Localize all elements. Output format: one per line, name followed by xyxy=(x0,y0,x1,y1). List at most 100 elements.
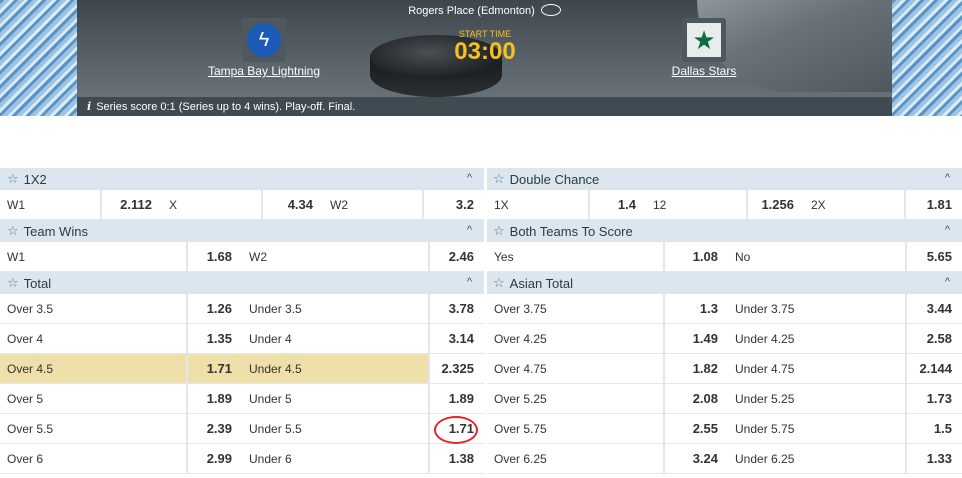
outcome-label[interactable]: Under 6 xyxy=(242,444,428,473)
outcome-label[interactable]: Under 5.5 xyxy=(242,414,428,443)
lightning-bolt-icon: ϟ xyxy=(247,23,281,57)
odds-button[interactable]: 2.112 xyxy=(100,190,162,219)
market-row: W1 1.68 W2 2.46 xyxy=(0,242,484,272)
odds-button[interactable]: 1.256 xyxy=(746,190,804,219)
odds-button[interactable]: 1.71 xyxy=(186,354,242,383)
odds-button[interactable]: 1.33 xyxy=(905,444,962,473)
odds-button[interactable]: 2.46 xyxy=(428,242,484,271)
chevron-up-icon[interactable]: ^ xyxy=(467,224,472,236)
odds-button[interactable]: 1.3 xyxy=(663,294,728,323)
odds-button[interactable]: 1.81 xyxy=(904,190,962,219)
odds-button[interactable]: 3.24 xyxy=(663,444,728,473)
outcome-label[interactable]: Yes xyxy=(487,242,663,271)
home-team-link[interactable]: Tampa Bay Lightning xyxy=(184,64,344,78)
odds-button[interactable]: 2.144 xyxy=(905,354,962,383)
odds-button[interactable]: 2.58 xyxy=(905,324,962,353)
odds-button[interactable]: 2.55 xyxy=(663,414,728,443)
outcome-label[interactable]: Over 4.5 xyxy=(0,354,186,383)
odds-button[interactable]: 2.325 xyxy=(428,354,484,383)
info-icon: i xyxy=(87,100,92,113)
market-header-1x2[interactable]: ☆ 1X2 ^ xyxy=(0,168,484,190)
odds-button[interactable]: 1.71 xyxy=(428,414,484,444)
odds-button[interactable]: 1.08 xyxy=(663,242,728,271)
odds-button[interactable]: 3.14 xyxy=(428,324,484,353)
markets-column-right: ☆ Double Chance ^ 1X 1.4 12 1.256 2X 1.81 ☆ Both T… xyxy=(487,168,962,474)
market-row: Over 4.5 1.71 Under 4.5 2.325 xyxy=(0,354,484,384)
chevron-up-icon[interactable]: ^ xyxy=(945,224,950,236)
outcome-label[interactable]: W1 xyxy=(0,190,100,219)
home-team-logo[interactable]: ϟ xyxy=(242,18,286,62)
odds-button[interactable]: 1.49 xyxy=(663,324,728,353)
chevron-up-icon[interactable]: ^ xyxy=(467,276,472,288)
outcome-label[interactable]: Over 4.25 xyxy=(487,324,663,353)
outcome-label[interactable]: W1 xyxy=(0,242,186,271)
outcome-label[interactable]: Under 5.75 xyxy=(728,414,905,443)
star-outline-icon[interactable]: ☆ xyxy=(493,171,505,187)
outcome-label[interactable]: Under 4 xyxy=(242,324,428,353)
odds-button[interactable]: 1.35 xyxy=(186,324,242,353)
odds-button[interactable]: 1.4 xyxy=(588,190,646,219)
odds-button[interactable]: 3.78 xyxy=(428,294,484,323)
outcome-label[interactable]: 2X xyxy=(804,190,904,219)
market-row: Over 3.5 1.26 Under 3.5 3.78 xyxy=(0,294,484,324)
outcome-label[interactable]: Under 4.75 xyxy=(728,354,905,383)
chevron-up-icon[interactable]: ^ xyxy=(945,276,950,288)
outcome-label[interactable]: No xyxy=(728,242,905,271)
outcome-label[interactable]: Under 5.25 xyxy=(728,384,905,413)
outcome-label[interactable]: Under 5 xyxy=(242,384,428,413)
outcome-label[interactable]: Over 5.5 xyxy=(0,414,186,443)
outcome-label[interactable]: Over 4.75 xyxy=(487,354,663,383)
odds-button[interactable]: 3.44 xyxy=(905,294,962,323)
outcome-label[interactable]: Under 4.25 xyxy=(728,324,905,353)
odds-button[interactable]: 1.82 xyxy=(663,354,728,383)
odds-button[interactable]: 1.38 xyxy=(428,444,484,473)
away-team-logo[interactable]: ★ xyxy=(682,18,726,62)
outcome-label[interactable]: 12 xyxy=(646,190,746,219)
outcome-label[interactable]: Under 3.75 xyxy=(728,294,905,323)
outcome-label[interactable]: X xyxy=(162,190,261,219)
market-header-double-chance[interactable]: ☆ Double Chance ^ xyxy=(487,168,962,190)
odds-button[interactable]: 1.89 xyxy=(428,384,484,413)
odds-button[interactable]: 1.26 xyxy=(186,294,242,323)
odds-button[interactable]: 4.34 xyxy=(261,190,323,219)
odds-button[interactable]: 1.73 xyxy=(905,384,962,413)
outcome-label[interactable]: Over 3.5 xyxy=(0,294,186,323)
outcome-label[interactable]: Under 4.5 xyxy=(242,354,428,383)
star-outline-icon[interactable]: ☆ xyxy=(7,223,19,239)
odds-button[interactable]: 5.65 xyxy=(905,242,962,271)
market-title: Asian Total xyxy=(509,275,574,291)
star-outline-icon[interactable]: ☆ xyxy=(7,171,19,187)
venue-name: Rogers Place (Edmonton) xyxy=(408,5,535,17)
odds-button[interactable]: 3.2 xyxy=(422,190,484,219)
outcome-label[interactable]: Over 5 xyxy=(0,384,186,413)
outcome-label[interactable]: Over 5.75 xyxy=(487,414,663,443)
odds-button[interactable]: 1.5 xyxy=(905,414,962,443)
outcome-label[interactable]: Under 3.5 xyxy=(242,294,428,323)
away-team-link[interactable]: Dallas Stars xyxy=(624,64,784,78)
chevron-up-icon[interactable]: ^ xyxy=(467,172,472,184)
chevron-up-icon[interactable]: ^ xyxy=(945,172,950,184)
star-outline-icon[interactable]: ☆ xyxy=(7,275,19,291)
odds-button[interactable]: 2.39 xyxy=(186,414,242,443)
star-outline-icon[interactable]: ☆ xyxy=(493,275,505,291)
market-header-total[interactable]: ☆ Total ^ xyxy=(0,272,484,294)
outcome-label[interactable]: Over 3.75 xyxy=(487,294,663,323)
market-header-asian-total[interactable]: ☆ Asian Total ^ xyxy=(487,272,962,294)
market-header-team-wins[interactable]: ☆ Team Wins ^ xyxy=(0,220,484,242)
odds-button[interactable]: 2.08 xyxy=(663,384,728,413)
star-outline-icon[interactable]: ☆ xyxy=(493,223,505,239)
market-row: Over 6.25 3.24 Under 6.25 1.33 xyxy=(487,444,962,474)
outcome-label[interactable]: Over 6.25 xyxy=(487,444,663,473)
ice-background-left xyxy=(0,0,77,116)
outcome-label[interactable]: Over 5.25 xyxy=(487,384,663,413)
market-header-both-teams-to-score[interactable]: ☆ Both Teams To Score ^ xyxy=(487,220,962,242)
odds-button[interactable]: 1.89 xyxy=(186,384,242,413)
outcome-label[interactable]: Under 6.25 xyxy=(728,444,905,473)
odds-button[interactable]: 2.99 xyxy=(186,444,242,473)
odds-button[interactable]: 1.68 xyxy=(186,242,242,271)
outcome-label[interactable]: 1X xyxy=(487,190,588,219)
outcome-label[interactable]: W2 xyxy=(323,190,422,219)
outcome-label[interactable]: W2 xyxy=(242,242,428,271)
outcome-label[interactable]: Over 6 xyxy=(0,444,186,473)
outcome-label[interactable]: Over 4 xyxy=(0,324,186,353)
